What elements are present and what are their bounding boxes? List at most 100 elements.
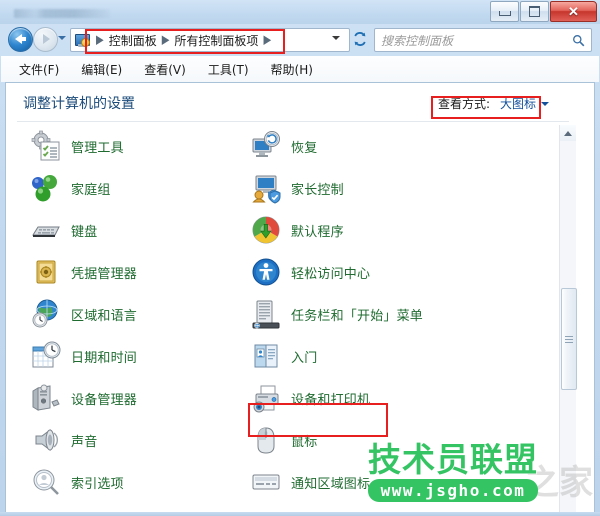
- item-keyboard[interactable]: 键盘: [26, 209, 246, 251]
- refresh-button[interactable]: [350, 29, 370, 49]
- getting-started-icon: [250, 340, 282, 372]
- chevron-down-icon[interactable]: [541, 101, 549, 106]
- arrow-left-icon: [15, 34, 26, 44]
- item-devices-and-printers[interactable]: 设备和打印机: [246, 377, 476, 419]
- date-time-icon: [30, 340, 62, 372]
- item-ease-of-access-center[interactable]: 轻松访问中心: [246, 251, 476, 293]
- back-button[interactable]: [8, 27, 33, 52]
- item-sound[interactable]: 声音: [26, 419, 246, 461]
- item-label: 任务栏和「开始」菜单: [291, 308, 424, 324]
- item-label: 恢复: [291, 140, 318, 156]
- content-header: 调整计算机的设置 查看方式: 大图标: [6, 83, 594, 122]
- close-button[interactable]: ✕: [550, 1, 597, 22]
- content-pane: 调整计算机的设置 查看方式: 大图标 管理工具 家庭组 键盘 凭据管理器 区域和…: [5, 82, 595, 514]
- recent-pages-chevron-down-icon[interactable]: [58, 36, 66, 40]
- close-icon: ✕: [568, 4, 579, 19]
- credential-manager-icon: [30, 256, 62, 288]
- items-right-column: 恢复 家长控制 默认程序 轻松访问中心 任务栏和「开始」菜单 入门 设备和打印机…: [246, 125, 476, 503]
- minimize-icon: [498, 11, 511, 16]
- item-region-and-language[interactable]: 区域和语言: [26, 293, 246, 335]
- item-date-and-time[interactable]: 日期和时间: [26, 335, 246, 377]
- arrow-right-icon: [43, 34, 50, 44]
- admin-tools-icon: [30, 130, 62, 162]
- vertical-scrollbar[interactable]: [559, 125, 577, 514]
- breadcrumb-item-all-control-panel-items[interactable]: 所有控制面板项: [173, 31, 259, 50]
- item-notification-area-icons[interactable]: 通知区域图标: [246, 461, 476, 503]
- item-device-manager[interactable]: 设备管理器: [26, 377, 246, 419]
- item-indexing-options[interactable]: 索引选项: [26, 461, 246, 503]
- window-bottom-edge: [0, 512, 600, 516]
- breadcrumb-separator-icon: ▶: [161, 33, 170, 47]
- menu-item-view[interactable]: 查看(V): [144, 61, 186, 78]
- item-label: 管理工具: [71, 140, 124, 156]
- address-dropdown-chevron-down-icon[interactable]: [332, 36, 340, 40]
- recovery-icon: [250, 130, 282, 162]
- control-panel-icon: [74, 33, 90, 48]
- device-manager-icon: [30, 382, 62, 414]
- item-label: 轻松访问中心: [291, 266, 371, 282]
- item-label: 设备和打印机: [291, 392, 371, 408]
- menu-item-file[interactable]: 文件(F): [19, 61, 59, 78]
- item-recovery[interactable]: 恢复: [246, 125, 476, 167]
- taskbar-start-menu-icon: [250, 298, 282, 330]
- breadcrumb: ▶ 控制面板 ▶ 所有控制面板项 ▶: [92, 31, 275, 50]
- item-default-programs[interactable]: 默认程序: [246, 209, 476, 251]
- item-label: 默认程序: [291, 224, 344, 240]
- keyboard-icon: [30, 214, 62, 246]
- indexing-options-icon: [30, 466, 62, 498]
- item-label: 键盘: [71, 224, 98, 240]
- forward-button[interactable]: [33, 27, 58, 52]
- title-bar: ✕: [0, 0, 600, 24]
- item-label: 通知区域图标: [291, 476, 371, 492]
- window-title-blurred: [14, 9, 110, 18]
- page-title: 调整计算机的设置: [23, 96, 135, 112]
- mouse-icon: [250, 424, 282, 456]
- scrollbar-grip-icon: [565, 334, 573, 345]
- item-parental-controls[interactable]: 家长控制: [246, 167, 476, 209]
- parental-controls-icon: [250, 172, 282, 204]
- item-label: 凭据管理器: [71, 266, 138, 282]
- item-label: 声音: [71, 434, 98, 450]
- search-icon: [573, 34, 585, 46]
- item-label: 索引选项: [71, 476, 124, 492]
- explorer-window: ✕ ▶ 控制面板 ▶ 所有控制面板项 ▶ 搜索控制面板 文件(F) 编辑(E) …: [0, 0, 600, 516]
- item-taskbar-and-start-menu[interactable]: 任务栏和「开始」菜单: [246, 293, 476, 335]
- menu-item-edit[interactable]: 编辑(E): [81, 61, 122, 78]
- homegroup-icon: [30, 172, 62, 204]
- scroll-up-button[interactable]: [560, 125, 576, 141]
- item-mouse[interactable]: 鼠标: [246, 419, 476, 461]
- item-label: 区域和语言: [71, 308, 138, 324]
- maximize-button[interactable]: [520, 1, 549, 22]
- minimize-button[interactable]: [490, 1, 519, 22]
- item-homegroup[interactable]: 家庭组: [26, 167, 246, 209]
- header-divider: [17, 121, 569, 122]
- refresh-icon: [354, 32, 366, 46]
- item-administrative-tools[interactable]: 管理工具: [26, 125, 246, 167]
- maximize-icon: [529, 6, 540, 17]
- notification-area-icons-icon: [250, 466, 282, 498]
- item-label: 入门: [291, 350, 318, 366]
- breadcrumb-item-control-panel[interactable]: 控制面板: [108, 31, 158, 50]
- window-controls: ✕: [489, 1, 597, 22]
- scrollbar-thumb[interactable]: [561, 288, 577, 390]
- address-bar[interactable]: ▶ 控制面板 ▶ 所有控制面板项 ▶: [70, 28, 350, 52]
- item-getting-started[interactable]: 入门: [246, 335, 476, 377]
- items-left-column: 管理工具 家庭组 键盘 凭据管理器 区域和语言 日期和时间 设备管理器 声音 索…: [26, 125, 246, 503]
- menu-item-help[interactable]: 帮助(H): [271, 61, 313, 78]
- search-box[interactable]: 搜索控制面板: [374, 28, 592, 52]
- item-label: 日期和时间: [71, 350, 138, 366]
- sound-icon: [30, 424, 62, 456]
- address-bar-row: ▶ 控制面板 ▶ 所有控制面板项 ▶ 搜索控制面板: [0, 24, 600, 55]
- item-label: 家长控制: [291, 182, 344, 198]
- breadcrumb-separator-icon: ▶: [96, 33, 104, 47]
- view-by-label: 查看方式:: [437, 97, 490, 111]
- view-by-control[interactable]: 查看方式: 大图标: [438, 95, 549, 112]
- item-label: 设备管理器: [71, 392, 138, 408]
- menu-item-tools[interactable]: 工具(T): [208, 61, 249, 78]
- search-input[interactable]: 搜索控制面板: [381, 32, 572, 49]
- region-language-icon: [30, 298, 62, 330]
- breadcrumb-separator-icon[interactable]: ▶: [263, 33, 271, 47]
- item-credential-manager[interactable]: 凭据管理器: [26, 251, 246, 293]
- chevron-up-icon: [564, 130, 572, 136]
- view-by-value[interactable]: 大图标: [500, 95, 536, 112]
